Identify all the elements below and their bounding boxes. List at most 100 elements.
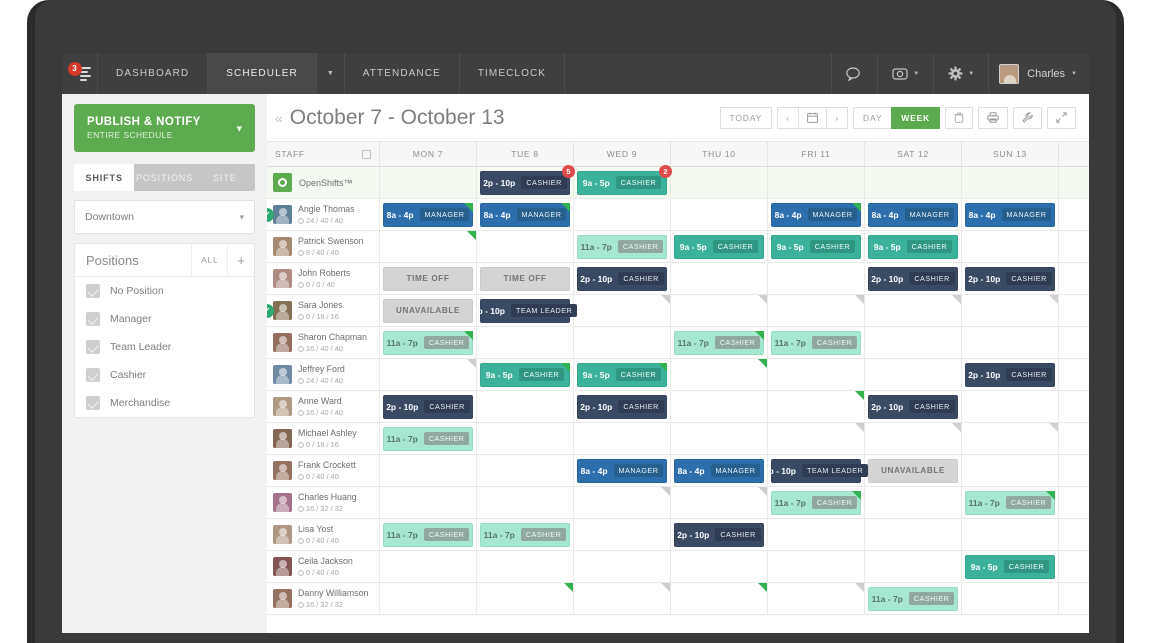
nav-item-scheduler[interactable]: SCHEDULER (208, 53, 317, 94)
shift-block[interactable]: 8a - 4p MANAGER (577, 458, 667, 483)
schedule-cell[interactable]: 11a - 7p CASHIER (380, 519, 477, 550)
schedule-cell[interactable] (380, 231, 477, 262)
staff-cell[interactable]: Sharon Chapman 16 / 40 / 40 (267, 327, 380, 358)
schedule-cell[interactable] (574, 295, 671, 326)
shift-block[interactable]: 2p - 10p CASHIER (868, 266, 958, 291)
staff-cell[interactable]: John Roberts 0 / 0 / 40 (267, 263, 380, 294)
shift-block[interactable]: 11a - 7p CASHIER (383, 522, 473, 547)
schedule-cell[interactable] (768, 263, 865, 294)
shift-block[interactable]: 8a - 4p MANAGER (771, 202, 861, 227)
schedule-cell[interactable] (477, 327, 574, 358)
week-view-button[interactable]: WEEK (891, 106, 940, 129)
nav-item-timeclock[interactable]: TIMECLOCK (460, 53, 566, 94)
shift-block[interactable]: 11a - 7p CASHIER (674, 330, 764, 355)
schedule-cell[interactable]: 11a - 7p CASHIER (768, 327, 865, 358)
schedule-cell[interactable] (865, 327, 962, 358)
schedule-cell[interactable] (962, 391, 1059, 422)
schedule-cell[interactable]: 2p - 10p CASHIER (671, 519, 768, 550)
schedule-cell[interactable] (865, 519, 962, 550)
staff-cell[interactable]: Patrick Swenson 8 / 40 / 40 (267, 231, 380, 262)
tab-positions[interactable]: POSITIONS (134, 164, 195, 191)
site-select[interactable]: Downtown ▾ (74, 200, 255, 234)
schedule-cell[interactable]: 9a - 5p CASHIER (574, 359, 671, 390)
print-button[interactable] (978, 106, 1008, 129)
schedule-cell[interactable]: 8a - 4p MANAGER (865, 199, 962, 230)
schedule-cell[interactable] (962, 423, 1059, 454)
schedule-cell[interactable]: 9a - 5p CASHIER (671, 231, 768, 262)
next-week-button[interactable]: › (826, 106, 849, 129)
expand-icon[interactable] (1047, 106, 1076, 129)
schedule-cell[interactable] (380, 167, 477, 198)
staff-cell[interactable]: Lisa Yost 0 / 40 / 40 (267, 519, 380, 550)
schedule-cell[interactable] (574, 327, 671, 358)
schedule-cell[interactable] (380, 583, 477, 614)
schedule-cell[interactable]: 11a - 7p CASHIER (962, 487, 1059, 518)
schedule-cell[interactable] (380, 359, 477, 390)
schedule-cell[interactable] (574, 199, 671, 230)
shift-block[interactable]: 2p - 10p CASHIER (577, 394, 667, 419)
shift-block[interactable]: 2p - 10p CASHIER (383, 394, 473, 419)
staff-cell[interactable]: Michael Ashley 0 / 16 / 16 (267, 423, 380, 454)
shift-block[interactable]: 11a - 7p CASHIER (771, 330, 861, 355)
position-filter-row[interactable]: Merchandise (75, 389, 254, 417)
schedule-cell[interactable] (768, 295, 865, 326)
schedule-cell[interactable] (477, 231, 574, 262)
shift-block[interactable]: 11a - 7p CASHIER (577, 234, 667, 259)
checkbox-checked-icon[interactable] (86, 368, 100, 382)
shift-block[interactable]: 9a - 5p CASHIER (480, 362, 570, 387)
schedule-cell[interactable] (671, 487, 768, 518)
shift-block[interactable]: 2p - 10p TEAM LEADER (764, 458, 869, 483)
schedule-cell[interactable] (574, 583, 671, 614)
status-block[interactable]: TIME OFF (480, 266, 570, 291)
schedule-cell[interactable] (865, 423, 962, 454)
schedule-cell[interactable]: 8a - 4p MANAGER (962, 199, 1059, 230)
schedule-cell[interactable]: 9a - 5p CASHIER (865, 231, 962, 262)
schedule-cell[interactable]: 2p - 10p CASHIER (380, 391, 477, 422)
calendar-icon[interactable] (798, 106, 828, 129)
schedule-cell[interactable] (768, 583, 865, 614)
schedule-cell[interactable] (477, 487, 574, 518)
wrench-icon[interactable] (1013, 106, 1042, 129)
schedule-cell[interactable] (768, 423, 865, 454)
schedule-cell[interactable]: UNAVAILABLE (865, 455, 962, 486)
shift-block[interactable]: 2p - 10p CASHIER (965, 266, 1055, 291)
shift-block[interactable]: 8a - 4p MANAGER (383, 202, 473, 227)
schedule-cell[interactable] (962, 519, 1059, 550)
status-block[interactable]: UNAVAILABLE (383, 298, 473, 323)
schedule-cell[interactable] (768, 359, 865, 390)
shift-block[interactable]: 8a - 4p MANAGER (868, 202, 958, 227)
today-button[interactable]: TODAY (719, 106, 773, 129)
schedule-cell[interactable] (962, 583, 1059, 614)
schedule-cell[interactable] (671, 423, 768, 454)
shift-block[interactable]: 11a - 7p CASHIER (965, 490, 1055, 515)
schedule-cell[interactable]: TIME OFF (380, 263, 477, 294)
gear-icon[interactable]: ▼ (933, 53, 988, 94)
schedule-cell[interactable] (671, 551, 768, 582)
schedule-cell[interactable]: 11a - 7p CASHIER (768, 487, 865, 518)
staff-cell[interactable]: Frank Crockett 0 / 40 / 40 (267, 455, 380, 486)
position-filter-row[interactable]: Team Leader (75, 333, 254, 361)
shift-block[interactable]: 9a - 5p CASHIER (771, 234, 861, 259)
shift-block[interactable]: 2p - 10p CASHIER (965, 362, 1055, 387)
position-filter-row[interactable]: No Position (75, 277, 254, 305)
shift-block[interactable]: 9a - 5p CASHIER 2 (577, 164, 672, 195)
collapse-sidebar-icon[interactable]: « (267, 110, 290, 126)
publish-and-notify-button[interactable]: PUBLISH & NOTIFY ENTIRE SCHEDULE ▾ (74, 104, 255, 152)
schedule-cell[interactable]: 2p - 10p CASHIER (865, 391, 962, 422)
schedule-cell[interactable] (380, 551, 477, 582)
schedule-cell[interactable]: 8a - 4p MANAGER (477, 199, 574, 230)
schedule-cell[interactable] (865, 551, 962, 582)
shift-block[interactable]: 11a - 7p CASHIER (383, 330, 473, 355)
chat-icon[interactable] (831, 53, 877, 94)
schedule-cell[interactable] (477, 455, 574, 486)
schedule-cell[interactable]: 2p - 10p CASHIER (962, 359, 1059, 390)
shift-block[interactable]: 9a - 5p CASHIER (577, 362, 667, 387)
schedule-cell[interactable]: 9a - 5p CASHIER (477, 359, 574, 390)
schedule-cell[interactable]: 8a - 4p MANAGER (768, 199, 865, 230)
app-logo[interactable]: 3 (62, 53, 98, 94)
schedule-cell[interactable] (671, 167, 768, 198)
schedule-cell[interactable] (768, 167, 865, 198)
schedule-cell[interactable] (380, 487, 477, 518)
schedule-cell[interactable] (962, 231, 1059, 262)
schedule-cell[interactable] (865, 295, 962, 326)
